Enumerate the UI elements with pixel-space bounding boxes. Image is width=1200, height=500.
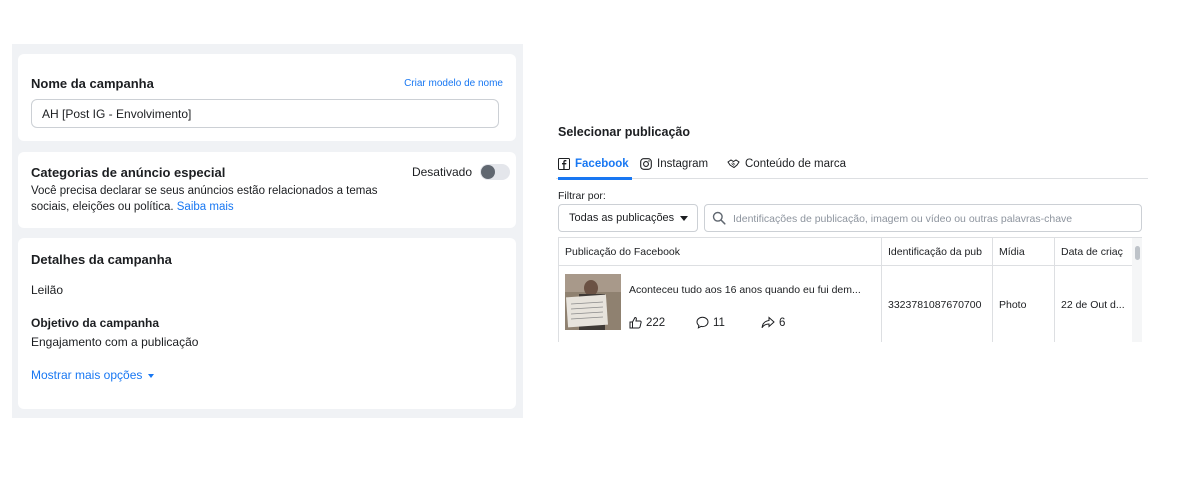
special-categories-toggle[interactable] bbox=[480, 164, 510, 180]
tab-branded-content[interactable]: Conteúdo de marca bbox=[727, 156, 846, 172]
toggle-knob bbox=[481, 165, 495, 179]
campaign-details-card: Detalhes da campanha Leilão Objetivo da … bbox=[18, 238, 516, 409]
special-categories-card: Categorias de anúncio especial Você prec… bbox=[18, 152, 516, 228]
comment-icon bbox=[696, 316, 709, 329]
column-header-media[interactable]: Mídia bbox=[993, 238, 1055, 266]
post-search-box[interactable] bbox=[704, 204, 1142, 233]
thumbs-up-icon bbox=[629, 316, 642, 329]
create-name-template-link[interactable]: Criar modelo de nome bbox=[404, 78, 503, 89]
campaign-name-input[interactable] bbox=[31, 99, 499, 128]
table-scrollbar[interactable] bbox=[1132, 238, 1142, 342]
post-filter-dropdown[interactable]: Todas as publicações bbox=[558, 204, 698, 232]
learn-more-link[interactable]: Saiba mais bbox=[177, 201, 234, 213]
post-source-tabs: Facebook Instagram Conteúdo de marca bbox=[556, 150, 1148, 180]
campaign-details-heading: Detalhes da campanha bbox=[31, 252, 172, 267]
tab-facebook[interactable]: Facebook bbox=[558, 156, 632, 180]
post-thumbnail-image bbox=[565, 274, 621, 330]
shares-count: 6 bbox=[761, 316, 785, 329]
likes-count: 222 bbox=[629, 316, 665, 329]
select-post-panel: Selecionar publicação Facebook Instagram bbox=[556, 120, 1148, 342]
campaign-name-card: Nome da campanha Criar modelo de nome bbox=[18, 54, 516, 141]
toggle-status-label: Desativado bbox=[411, 165, 472, 179]
objective-label: Objetivo da campanha bbox=[31, 316, 160, 330]
instagram-icon bbox=[640, 158, 652, 170]
show-more-options-link[interactable]: Mostrar mais opções bbox=[31, 368, 154, 382]
post-id-cell: 3323781087670700 bbox=[882, 266, 993, 342]
column-header-post-id[interactable]: Identificação da pub bbox=[882, 238, 993, 266]
handshake-icon bbox=[727, 159, 740, 169]
caret-down-icon bbox=[680, 216, 688, 221]
campaign-settings-panel: Nome da campanha Criar modelo de nome Ca… bbox=[12, 44, 523, 418]
special-categories-description: Você precisa declarar se seus anúncios e… bbox=[31, 185, 378, 213]
campaign-name-heading: Nome da campanha bbox=[31, 76, 154, 91]
media-cell: Photo bbox=[993, 266, 1055, 342]
comments-count: 11 bbox=[696, 316, 725, 329]
special-categories-heading: Categorias de anúncio especial bbox=[31, 165, 226, 180]
post-preview-text: Aconteceu tudo aos 16 anos quando eu fui… bbox=[629, 284, 861, 296]
post-search-input[interactable] bbox=[731, 205, 1140, 233]
tab-instagram[interactable]: Instagram bbox=[640, 156, 708, 172]
facebook-icon bbox=[558, 158, 570, 170]
column-header-post[interactable]: Publicação do Facebook bbox=[559, 238, 882, 266]
share-icon bbox=[761, 316, 775, 329]
caret-down-icon bbox=[147, 373, 154, 378]
buying-type-value: Leilão bbox=[31, 283, 64, 297]
scrollbar-thumb[interactable] bbox=[1135, 246, 1140, 260]
objective-value: Engajamento com a publicação bbox=[31, 335, 199, 349]
posts-table: Publicação do Facebook Identificação da … bbox=[558, 237, 1142, 342]
created-date-cell: 22 de Out d... bbox=[1055, 266, 1133, 342]
select-post-title: Selecionar publicação bbox=[558, 125, 690, 139]
search-icon bbox=[712, 211, 726, 225]
post-thumbnail bbox=[565, 274, 621, 330]
post-cell: Aconteceu tudo aos 16 anos quando eu fui… bbox=[559, 266, 882, 342]
column-header-created-date[interactable]: Data de criaç bbox=[1055, 238, 1133, 266]
active-tab-indicator bbox=[558, 177, 632, 180]
filter-label: Filtrar por: bbox=[558, 190, 606, 202]
